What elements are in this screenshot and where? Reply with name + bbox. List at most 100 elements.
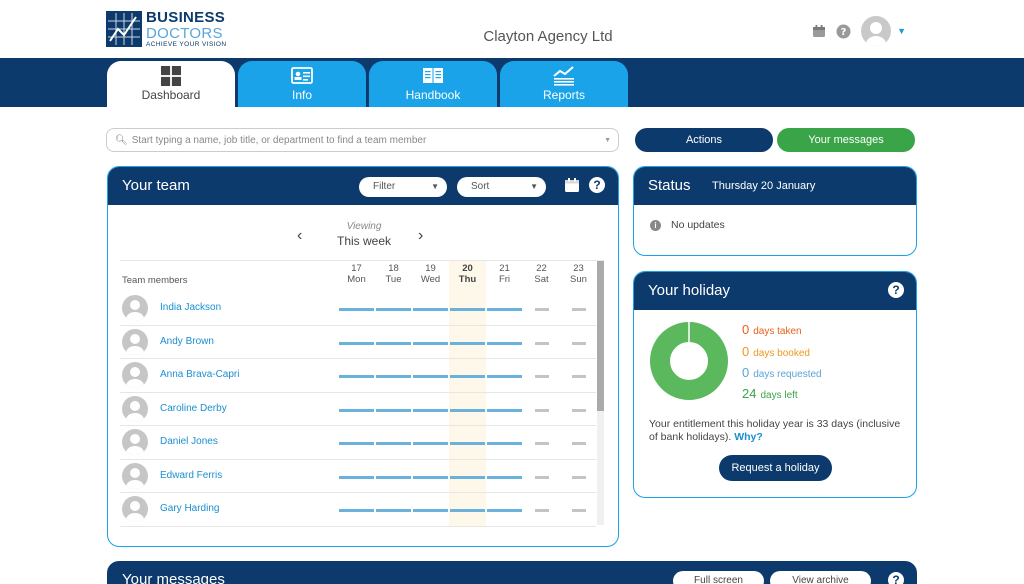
panel-title: Status	[648, 177, 691, 194]
table-row[interactable]: Gary Harding	[120, 493, 596, 527]
sort-select[interactable]: Sort ▼	[457, 177, 546, 197]
full-screen-button[interactable]: Full screen	[673, 571, 764, 584]
team-members-header: Team members	[122, 275, 188, 286]
table-row[interactable]: Anna Brava-Capri	[120, 359, 596, 393]
working-day-bar	[413, 308, 448, 311]
table-row[interactable]: Daniel Jones	[120, 426, 596, 460]
holiday-entitlement: Your entitlement this holiday year is 33…	[649, 418, 901, 443]
working-day-bar	[376, 442, 411, 445]
avatar	[122, 362, 148, 388]
calendar-icon[interactable]	[564, 177, 580, 193]
your-messages-panel: Your messages Full screen View archive ?	[107, 561, 917, 584]
scrollbar-thumb[interactable]	[597, 261, 604, 411]
next-week-arrow-icon[interactable]: ›	[418, 227, 423, 245]
weekend-day-marker	[571, 408, 586, 412]
table-row[interactable]: Andy Brown	[120, 326, 596, 359]
working-day-bar	[487, 408, 522, 412]
working-day-bar	[376, 375, 411, 378]
working-day-bar	[413, 475, 448, 479]
working-day-bar	[487, 509, 522, 512]
working-day-bar	[339, 308, 374, 311]
working-day-bar	[376, 509, 411, 512]
weekend-day-marker	[534, 475, 549, 479]
caret-down-icon[interactable]: ▼	[897, 26, 906, 36]
table-row[interactable]: India Jackson	[120, 292, 596, 326]
working-day-bar	[487, 375, 522, 378]
main-nav: Dashboard Info Handbook Reports	[0, 58, 1024, 107]
id-card-icon	[291, 67, 313, 84]
team-member-name[interactable]: Andy Brown	[160, 336, 214, 347]
team-member-name[interactable]: Daniel Jones	[160, 436, 218, 447]
day-header: 18 Tue	[385, 263, 402, 285]
status-message: No updates	[671, 219, 725, 231]
tab-info[interactable]: Info	[238, 61, 366, 107]
panel-title: Your messages	[122, 571, 225, 584]
sort-label: Sort	[471, 181, 490, 192]
help-icon[interactable]: ?	[888, 282, 904, 298]
working-day-bar	[487, 475, 522, 479]
chart-icon	[553, 66, 574, 86]
actions-button[interactable]: Actions	[635, 128, 773, 152]
request-holiday-button[interactable]: Request a holiday	[719, 455, 832, 481]
working-day-bar	[413, 442, 448, 445]
info-icon: i	[650, 219, 661, 231]
table-row[interactable]: Caroline Derby	[120, 393, 596, 426]
working-day-bar	[339, 442, 374, 445]
weekend-day-marker	[571, 341, 586, 345]
chevron-down-icon[interactable]: ▼	[604, 137, 611, 144]
working-day-bar	[413, 509, 448, 512]
status-date: Thursday 20 January	[712, 180, 816, 192]
panel-header: Your team Filter ▼ Sort ▼ ?	[108, 167, 618, 205]
weekend-day-marker	[534, 375, 549, 378]
your-messages-button[interactable]: Your messages	[777, 128, 915, 152]
why-link[interactable]: Why?	[734, 431, 763, 443]
working-day-bar	[376, 408, 411, 412]
avatar	[122, 328, 148, 355]
team-search-input[interactable]: 🔍︎ Start typing a name, job title, or de…	[106, 128, 619, 152]
panel-header: Status Thursday 20 January	[634, 167, 916, 205]
view-archive-button[interactable]: View archive	[770, 571, 871, 584]
avatar[interactable]	[861, 16, 892, 46]
search-placeholder: Start typing a name, job title, or depar…	[131, 134, 427, 146]
avatar	[122, 295, 148, 321]
tab-label: Handbook	[405, 88, 461, 102]
tab-dashboard[interactable]: Dashboard	[107, 61, 235, 107]
calendar-icon[interactable]	[812, 24, 826, 38]
search-icon: 🔍︎	[115, 134, 128, 146]
team-member-name[interactable]: Edward Ferris	[160, 470, 222, 481]
chevron-down-icon: ▼	[431, 182, 439, 191]
tab-reports[interactable]: Reports	[500, 61, 628, 107]
table-row[interactable]: Edward Ferris	[120, 460, 596, 493]
avatar	[122, 496, 148, 522]
viewing-period: This week	[336, 234, 392, 248]
working-day-bar	[413, 341, 448, 345]
help-icon[interactable]: ?	[888, 572, 904, 584]
team-member-name[interactable]: Caroline Derby	[160, 403, 227, 414]
avatar	[122, 395, 148, 422]
tab-handbook[interactable]: Handbook	[369, 61, 497, 107]
working-day-bar	[450, 308, 485, 311]
working-day-bar	[487, 341, 522, 345]
weekend-day-marker	[571, 509, 586, 512]
filter-select[interactable]: Filter ▼	[359, 177, 447, 197]
working-day-bar	[339, 341, 374, 345]
working-day-bar	[376, 475, 411, 479]
help-icon[interactable]: ?	[589, 177, 605, 193]
team-member-name[interactable]: India Jackson	[160, 302, 221, 313]
working-day-bar	[339, 375, 374, 378]
holiday-stat-booked: 0 days booked	[742, 344, 810, 359]
working-day-bar	[450, 341, 485, 345]
team-member-name[interactable]: Anna Brava-Capri	[160, 369, 239, 380]
panel-header: Your holiday ?	[634, 272, 916, 310]
weekend-day-marker	[534, 408, 549, 412]
team-member-name[interactable]: Gary Harding	[160, 503, 219, 514]
chevron-down-icon: ▼	[530, 182, 538, 191]
help-icon[interactable]: ?	[836, 24, 851, 39]
book-icon	[423, 68, 443, 83]
working-day-bar	[413, 375, 448, 378]
filter-label: Filter	[373, 181, 396, 192]
your-team-panel: Your team Filter ▼ Sort ▼ ? ‹ Viewing Th…	[107, 166, 619, 547]
day-header: 22 Sat	[534, 263, 549, 285]
working-day-bar	[450, 442, 485, 445]
working-day-bar	[487, 308, 522, 311]
